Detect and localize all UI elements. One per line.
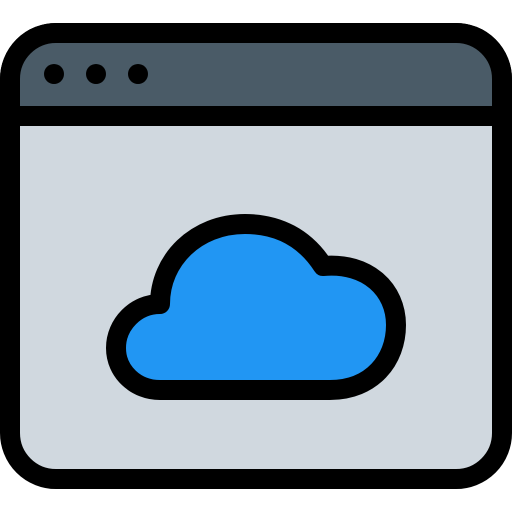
- window-dots-icon: [44, 64, 148, 84]
- icon-canvas: [0, 0, 512, 512]
- window-dot-3: [128, 64, 148, 84]
- window-dot-1: [44, 64, 64, 84]
- window-title-bar: [0, 23, 512, 126]
- window-dot-2: [86, 64, 106, 84]
- cloud-browser-window-icon: [0, 23, 512, 489]
